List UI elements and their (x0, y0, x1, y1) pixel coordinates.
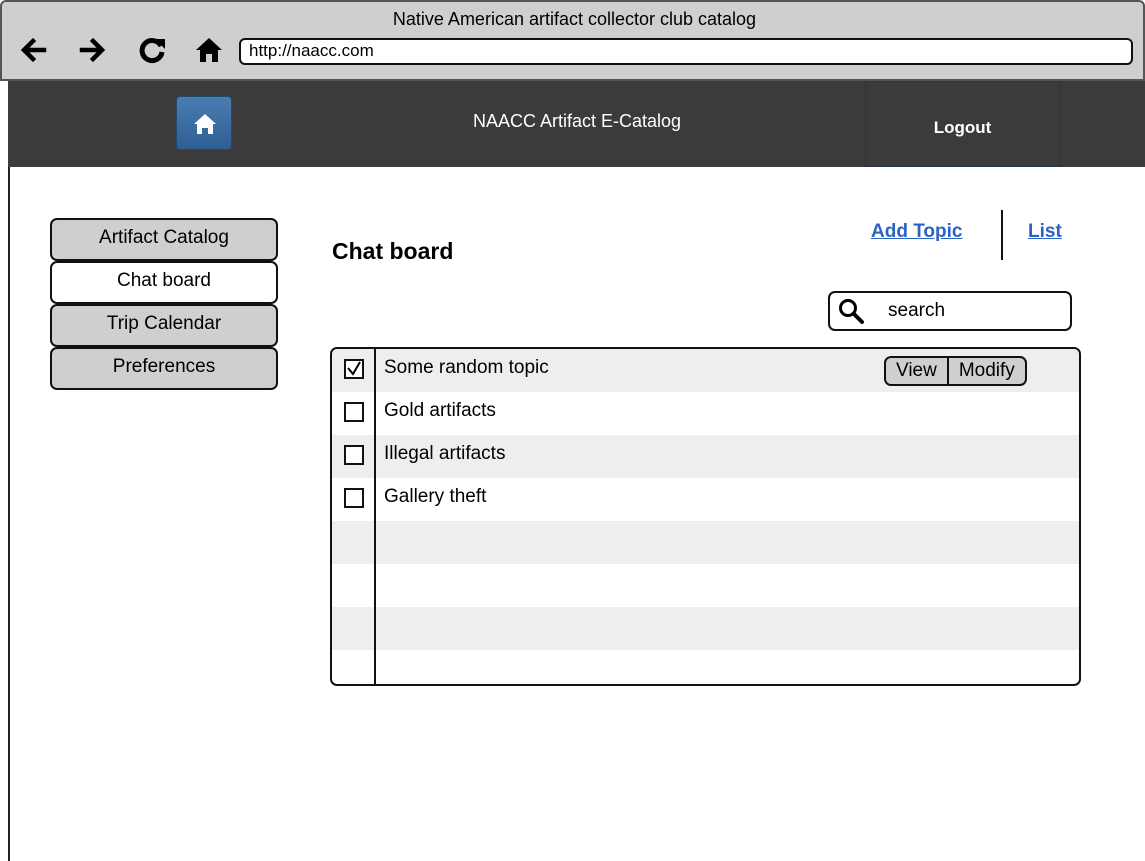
row-checkbox[interactable] (344, 445, 364, 465)
search-input[interactable] (888, 298, 1058, 324)
link-divider (1001, 210, 1003, 260)
view-button[interactable]: View (886, 358, 947, 384)
add-topic-link[interactable]: Add Topic (871, 221, 962, 243)
app-title: NAACC Artifact E-Catalog (472, 111, 682, 131)
app-home-button[interactable] (176, 96, 232, 150)
search-box[interactable] (828, 291, 1072, 331)
sidebar-item-preferences[interactable]: Preferences (50, 347, 278, 390)
table-row[interactable]: Some random topic View Modify (332, 349, 1079, 392)
logout-button[interactable]: Logout (865, 81, 1060, 167)
topic-label: Gold artifacts (384, 400, 496, 421)
house-icon (194, 114, 216, 134)
reload-icon[interactable] (137, 35, 167, 65)
empty-row (332, 650, 1079, 684)
url-text: http://naacc.com (249, 41, 374, 60)
empty-row (332, 607, 1079, 650)
topic-table: Some random topic View Modify Gold artif… (330, 347, 1081, 686)
sidebar-item-trip-calendar[interactable]: Trip Calendar (50, 304, 278, 347)
column-divider (374, 349, 376, 684)
row-action-group: View Modify (884, 356, 1027, 386)
table-row[interactable]: Gold artifacts (332, 392, 1079, 435)
row-checkbox[interactable] (344, 359, 364, 379)
page-title: Chat board (332, 238, 454, 264)
table-row[interactable]: Illegal artifacts (332, 435, 1079, 478)
topic-label: Illegal artifacts (384, 443, 506, 464)
browser-bar: Native American artifact collector club … (0, 0, 1145, 81)
table-row[interactable]: Gallery theft (332, 478, 1079, 521)
window-title: Native American artifact collector club … (392, 9, 757, 29)
search-icon (839, 299, 864, 324)
sidebar-nav: Artifact Catalog Chat board Trip Calenda… (50, 218, 278, 390)
back-arrow-icon[interactable] (18, 35, 48, 65)
row-checkbox[interactable] (344, 488, 364, 508)
checkmark-icon (347, 361, 361, 376)
topic-label: Gallery theft (384, 486, 487, 507)
home-icon[interactable] (194, 35, 224, 65)
sidebar-item-chat-board[interactable]: Chat board (50, 261, 278, 304)
empty-row (332, 564, 1079, 607)
topic-label: Some random topic (384, 357, 549, 378)
empty-row (332, 521, 1079, 564)
page-border (8, 167, 10, 861)
forward-arrow-icon[interactable] (78, 35, 108, 65)
row-checkbox[interactable] (344, 402, 364, 422)
modify-button[interactable]: Modify (949, 358, 1025, 384)
sidebar-item-artifact-catalog[interactable]: Artifact Catalog (50, 218, 278, 261)
list-link[interactable]: List (1028, 221, 1062, 243)
app-header: NAACC Artifact E-Catalog Logout (8, 81, 1145, 167)
url-bar[interactable]: http://naacc.com (239, 38, 1133, 65)
